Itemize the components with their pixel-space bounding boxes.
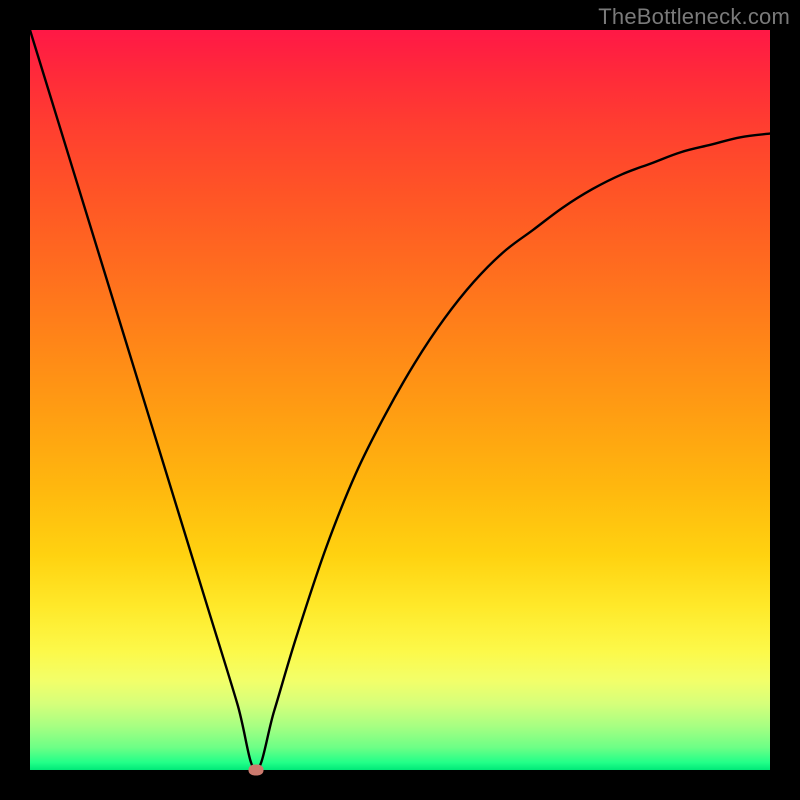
chart-frame: TheBottleneck.com: [0, 0, 800, 800]
curve-svg: [30, 30, 770, 770]
minimum-marker: [248, 765, 263, 776]
plot-area: [30, 30, 770, 770]
bottleneck-curve: [30, 30, 770, 770]
watermark-text: TheBottleneck.com: [598, 4, 790, 30]
